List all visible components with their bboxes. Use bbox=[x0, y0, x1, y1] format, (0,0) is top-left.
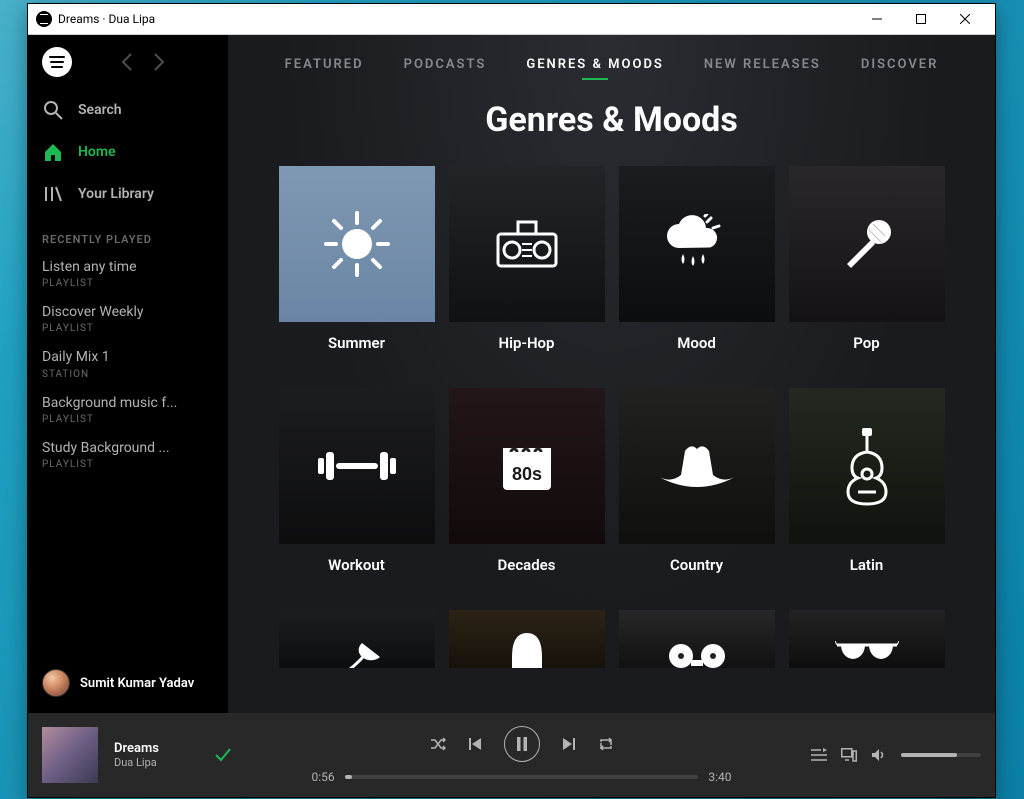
guitar-icon bbox=[842, 426, 892, 506]
sun-icon bbox=[322, 209, 392, 279]
sidebar-item-label: Home bbox=[78, 144, 116, 160]
sidebar-item-label: Your Library bbox=[78, 186, 154, 202]
recently-played-heading: RECENTLY PLAYED bbox=[28, 215, 228, 254]
library-icon bbox=[42, 183, 64, 205]
page-title: Genres & Moods bbox=[262, 100, 961, 140]
avatar bbox=[42, 669, 70, 697]
devices-button[interactable] bbox=[841, 748, 857, 762]
genre-tile[interactable] bbox=[619, 610, 775, 668]
recent-item[interactable]: Listen any time PLAYLIST bbox=[28, 254, 228, 299]
repeat-button[interactable] bbox=[598, 736, 614, 752]
previous-button[interactable] bbox=[468, 737, 482, 751]
volume-button[interactable] bbox=[871, 748, 887, 762]
close-button[interactable] bbox=[943, 4, 987, 34]
tab-podcasts[interactable]: PODCASTS bbox=[404, 57, 487, 72]
queue-button[interactable] bbox=[811, 748, 827, 762]
user-name: Sumit Kumar Yadav bbox=[80, 676, 194, 691]
time-total: 3:40 bbox=[708, 770, 731, 784]
now-playing-art[interactable] bbox=[42, 727, 98, 783]
play-pause-button[interactable] bbox=[504, 726, 540, 762]
armchair-icon bbox=[502, 627, 552, 668]
now-playing-title[interactable]: Dreams bbox=[114, 741, 194, 756]
now-playing-artist[interactable]: Dua Lipa bbox=[114, 756, 194, 769]
shuffle-button[interactable] bbox=[430, 736, 446, 752]
volume-slider[interactable] bbox=[901, 753, 981, 757]
genre-tile-mood[interactable]: Mood bbox=[619, 166, 775, 352]
nav-forward-button[interactable] bbox=[152, 52, 166, 72]
genre-tile-hiphop[interactable]: Hip-Hop bbox=[449, 166, 605, 352]
genre-tile-summer[interactable]: Summer bbox=[279, 166, 435, 352]
recent-item[interactable]: Discover Weekly PLAYLIST bbox=[28, 299, 228, 344]
lamp-icon bbox=[332, 629, 382, 668]
search-icon bbox=[42, 99, 64, 121]
genre-tile-decades[interactable]: 80s Decades bbox=[449, 388, 605, 574]
tab-featured[interactable]: FEATURED bbox=[285, 57, 364, 72]
turntables-icon bbox=[667, 638, 727, 668]
time-current: 0:56 bbox=[312, 770, 335, 784]
nav-back-button[interactable] bbox=[120, 52, 134, 72]
spotify-titlebar-icon bbox=[36, 11, 52, 27]
genre-tile-country[interactable]: Country bbox=[619, 388, 775, 574]
sidebar-item-home[interactable]: Home bbox=[28, 131, 228, 173]
cloud-rain-icon bbox=[661, 214, 733, 274]
genre-tile[interactable] bbox=[789, 610, 945, 668]
genre-tile[interactable] bbox=[449, 610, 605, 668]
genre-tile-latin[interactable]: Latin bbox=[789, 388, 945, 574]
recent-item[interactable]: Study Background ... PLAYLIST bbox=[28, 435, 228, 480]
cowboy-hat-icon bbox=[657, 441, 737, 491]
dumbbell-icon bbox=[318, 446, 396, 486]
sidebar-item-search[interactable]: Search bbox=[28, 89, 228, 131]
progress-bar[interactable] bbox=[345, 775, 699, 779]
tab-discover[interactable]: DISCOVER bbox=[861, 57, 939, 72]
window-title: Dreams · Dua Lipa bbox=[58, 12, 155, 26]
sunglasses-icon bbox=[835, 641, 899, 668]
tab-genres-moods[interactable]: GENRES & MOODS bbox=[526, 57, 664, 72]
boombox-icon bbox=[492, 214, 562, 274]
maximize-button[interactable] bbox=[899, 4, 943, 34]
calendar-80s-icon: 80s bbox=[497, 436, 557, 496]
minimize-button[interactable] bbox=[855, 4, 899, 34]
user-profile[interactable]: Sumit Kumar Yadav bbox=[28, 657, 228, 713]
home-icon bbox=[42, 141, 64, 163]
sidebar-item-label: Search bbox=[78, 102, 122, 118]
svg-text:80s: 80s bbox=[511, 464, 541, 484]
recent-item[interactable]: Background music f... PLAYLIST bbox=[28, 390, 228, 435]
saved-check-icon[interactable] bbox=[214, 746, 232, 764]
sidebar-item-library[interactable]: Your Library bbox=[28, 173, 228, 215]
microphone-icon bbox=[837, 214, 897, 274]
next-button[interactable] bbox=[562, 737, 576, 751]
recent-item[interactable]: Daily Mix 1 STATION bbox=[28, 344, 228, 389]
spotify-logo-icon bbox=[42, 47, 72, 77]
tab-new-releases[interactable]: NEW RELEASES bbox=[704, 57, 821, 72]
genre-tile-pop[interactable]: Pop bbox=[789, 166, 945, 352]
genre-tile[interactable] bbox=[279, 610, 435, 668]
genre-tile-workout[interactable]: Workout bbox=[279, 388, 435, 574]
